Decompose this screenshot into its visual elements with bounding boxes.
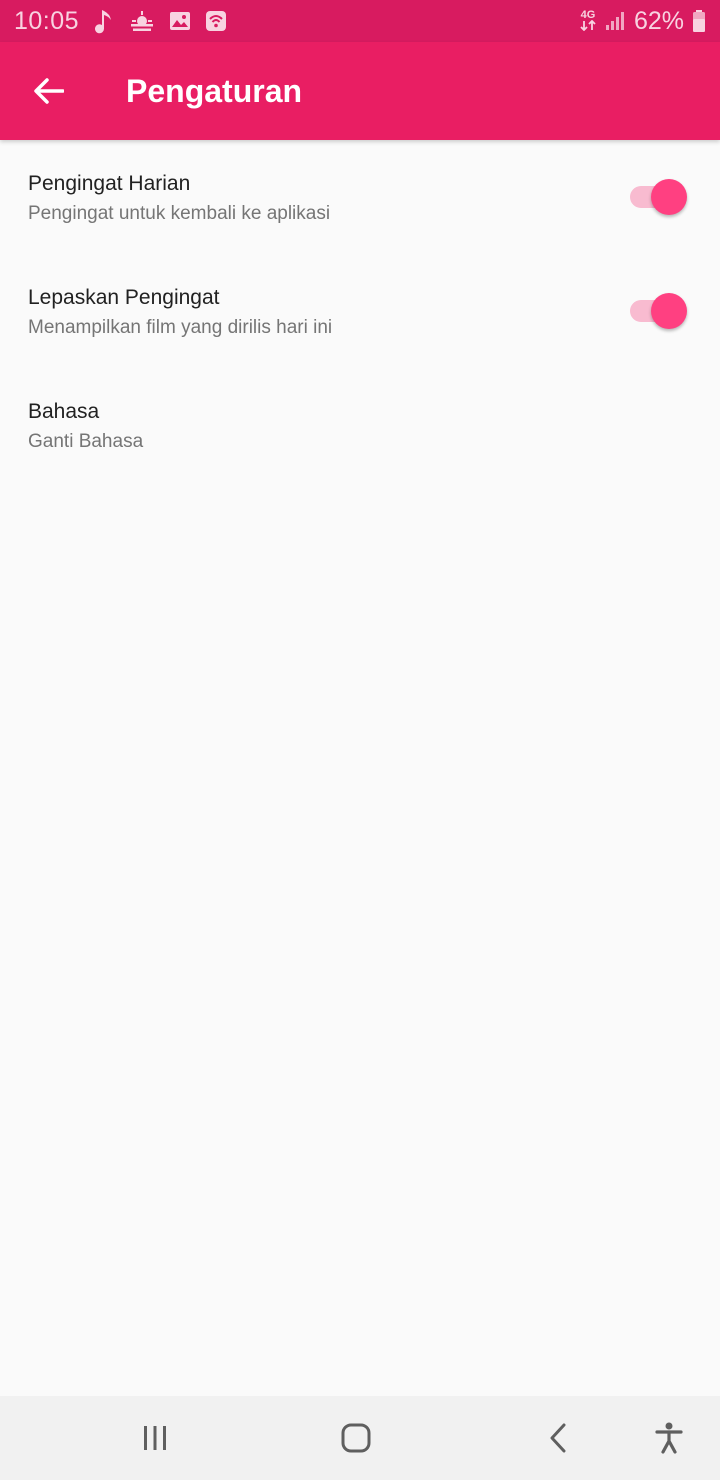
- home-button[interactable]: [311, 1396, 401, 1480]
- page-title: Pengaturan: [126, 72, 303, 109]
- back-icon: [548, 1423, 568, 1453]
- pref-release-reminder[interactable]: Lepaskan Pengingat Menampilkan film yang…: [0, 254, 720, 368]
- switch-thumb: [651, 179, 687, 215]
- status-system-icons: 4G 62%: [580, 7, 706, 36]
- nav-back-button[interactable]: [513, 1396, 603, 1480]
- status-bar: 10:05 4G 62%: [0, 0, 720, 42]
- switch-thumb: [651, 293, 687, 329]
- mobile-data-icon: 4G: [580, 9, 596, 31]
- accessibility-button[interactable]: [624, 1396, 714, 1480]
- system-nav-bar: [0, 1396, 720, 1480]
- daily-reminder-switch[interactable]: [630, 179, 687, 215]
- recent-apps-button[interactable]: [110, 1396, 200, 1480]
- pref-summary: Pengingat untuk kembali ke aplikasi: [28, 203, 331, 224]
- pref-language[interactable]: Bahasa Ganti Bahasa: [0, 368, 720, 482]
- battery-percent: 62%: [633, 6, 684, 35]
- pref-summary: Ganti Bahasa: [28, 431, 144, 452]
- status-time: 10:05: [14, 6, 80, 35]
- back-button[interactable]: [21, 63, 77, 119]
- app-bar: Pengaturan: [0, 42, 720, 140]
- music-note-icon: [93, 8, 115, 34]
- pref-daily-reminder[interactable]: Pengingat Harian Pengingat untuk kembali…: [0, 140, 720, 254]
- pref-title: Pengingat Harian: [28, 172, 191, 195]
- settings-list: Pengingat Harian Pengingat untuk kembali…: [0, 140, 720, 482]
- gallery-icon: [169, 10, 191, 32]
- signal-icon: [604, 10, 626, 32]
- pref-title: Lepaskan Pengingat: [28, 286, 220, 309]
- home-icon: [341, 1423, 371, 1453]
- wifi-hotspot-icon: [205, 10, 227, 32]
- network-type-label: 4G: [580, 9, 596, 21]
- battery-icon: [692, 9, 706, 33]
- status-notification-icons: [93, 8, 227, 34]
- release-reminder-switch[interactable]: [630, 293, 687, 329]
- accessibility-icon: [655, 1422, 683, 1454]
- pref-title: Bahasa: [28, 400, 100, 423]
- recent-apps-icon: [141, 1425, 169, 1451]
- pref-summary: Menampilkan film yang dirilis hari ini: [28, 317, 333, 338]
- weather-icon: [129, 10, 155, 32]
- arrow-left-icon: [34, 78, 64, 104]
